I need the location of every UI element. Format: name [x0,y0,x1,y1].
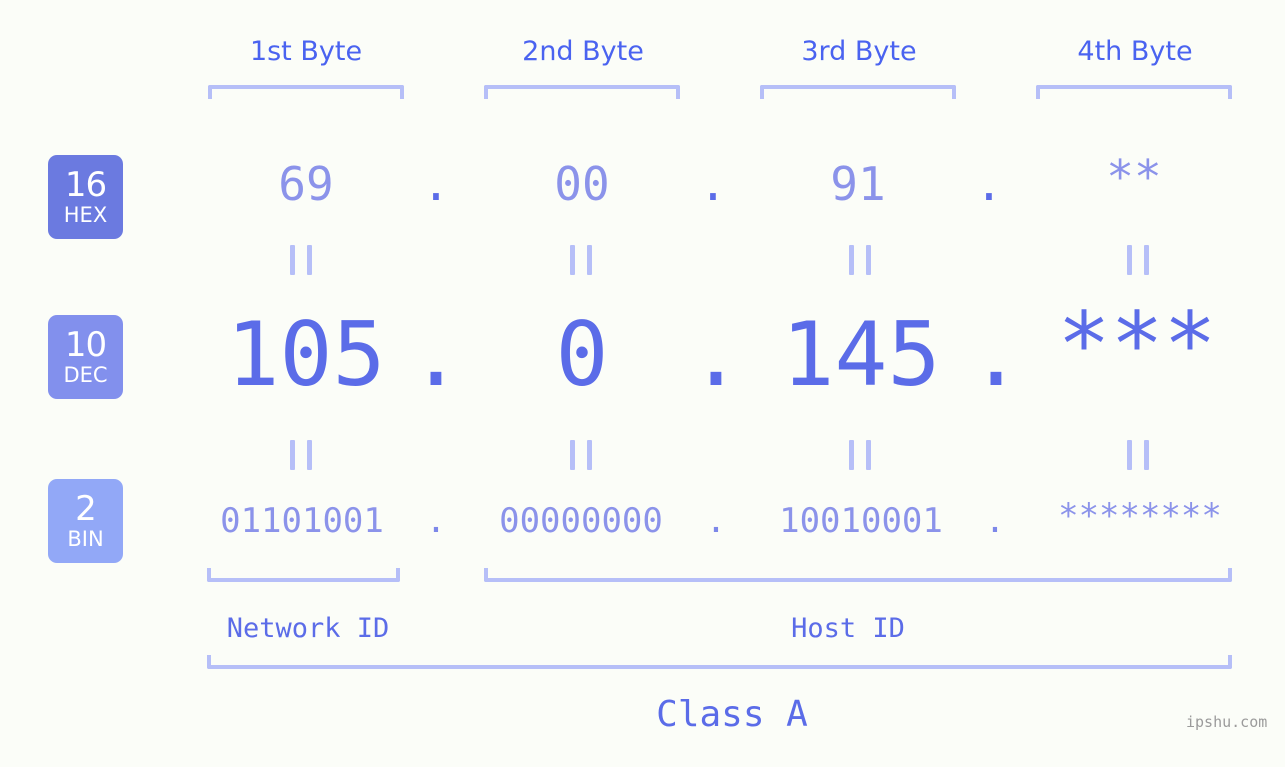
base-badge-dec: 10 DEC [48,315,123,399]
base-badge-bin: 2 BIN [48,479,123,563]
network-id-bracket [207,568,400,582]
equals-mark-hex-dec-4 [1127,245,1149,275]
hex-value-byte-3: 91 [830,157,886,211]
dec-value-byte-2: 0 [555,303,609,406]
host-id-bracket [484,568,1232,582]
equals-mark-dec-bin-3 [849,440,871,470]
bin-value-byte-4: ******** [1058,496,1222,536]
dec-value-byte-4: *** [1057,293,1217,396]
dec-value-byte-1: 105 [226,303,386,406]
equals-mark-hex-dec-1 [290,245,312,275]
hex-separator-2: . [699,157,727,211]
base-badge-dec-number: 10 [64,325,107,365]
byte-bracket-1 [208,85,404,99]
dec-separator-2: . [689,303,743,406]
bin-value-byte-1: 01101001 [220,501,384,541]
bin-separator-2: . [705,501,727,541]
base-badge-hex-number: 16 [64,165,107,205]
hex-separator-3: . [975,157,1003,211]
byte-header-label-1: 1st Byte [249,36,363,67]
byte-header-label-2: 2nd Byte [522,36,644,67]
byte-bracket-4 [1036,85,1232,99]
byte-header-label-4: 4th Byte [1077,36,1193,67]
base-badge-bin-number: 2 [75,489,97,529]
network-id-label: Network ID [226,613,390,644]
bin-separator-1: . [425,501,447,541]
watermark-ipshu: ipshu.com [1186,713,1268,731]
hex-value-byte-2: 00 [554,157,610,211]
equals-mark-dec-bin-1 [290,440,312,470]
hex-separator-1: . [422,157,450,211]
byte-header-label-3: 3rd Byte [801,36,917,67]
host-id-label: Host ID [791,613,905,644]
dec-value-byte-3: 145 [781,303,941,406]
base-badge-dec-abbr: DEC [63,363,108,387]
dec-separator-1: . [409,303,463,406]
bin-value-byte-2: 00000000 [499,501,663,541]
class-bracket [207,655,1232,669]
equals-mark-dec-bin-2 [570,440,592,470]
hex-value-byte-1: 69 [278,157,334,211]
base-badge-bin-abbr: BIN [67,527,104,551]
dec-separator-3: . [969,303,1023,406]
hex-value-byte-4: ** [1106,150,1162,204]
bin-value-byte-3: 10010001 [779,501,943,541]
byte-bracket-2 [484,85,680,99]
equals-mark-hex-dec-2 [570,245,592,275]
base-badge-hex-abbr: HEX [63,203,108,227]
base-badge-hex: 16 HEX [48,155,123,239]
byte-bracket-3 [760,85,956,99]
class-label: Class A [656,694,808,735]
ip-address-breakdown-diagram: 1st Byte 2nd Byte 3rd Byte 4th Byte 16 H… [0,0,1285,767]
equals-mark-hex-dec-3 [849,245,871,275]
equals-mark-dec-bin-4 [1127,440,1149,470]
bin-separator-3: . [984,501,1006,541]
